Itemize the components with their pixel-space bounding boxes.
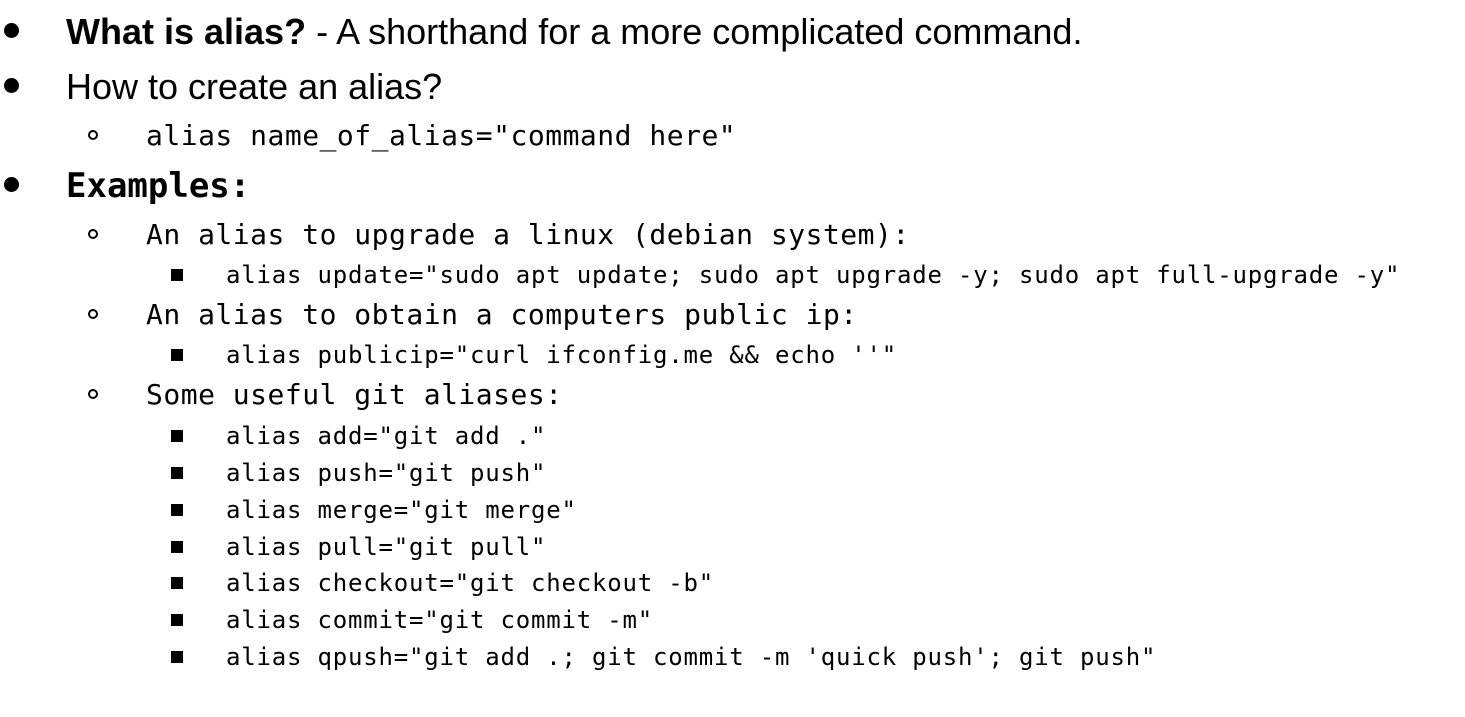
bullet-square-icon [171,430,183,442]
what-is-alias-item: What is alias? - A shorthand for a more … [66,11,1082,53]
bullet-square-icon [171,577,183,589]
bullet-disc-icon [4,177,19,192]
bullet-disc-icon [4,78,19,93]
bullet-circle-icon [88,130,98,140]
example-command: alias commit="git commit -m" [226,606,653,634]
bullet-circle-icon [88,229,98,239]
example-command: alias add="git add ." [226,422,547,450]
what-is-alias-definition: - A shorthand for a more complicated com… [306,11,1083,52]
example-command: alias update="sudo apt update; sudo apt … [226,261,1401,289]
what-is-alias-term: What is alias? [66,11,307,52]
bullet-disc-icon [4,23,19,38]
example-description: Some useful git aliases: [146,378,563,411]
example-command: alias publicip="curl ifconfig.me && echo… [226,341,897,369]
example-description: An alias to obtain a computers public ip… [146,298,858,331]
bullet-circle-icon [88,309,98,319]
examples-heading: Examples: [66,166,251,206]
bullet-circle-icon [88,389,98,399]
bullet-square-icon [171,504,183,516]
bullet-square-icon [171,467,183,479]
example-command: alias checkout="git checkout -b" [226,569,714,597]
bullet-square-icon [171,269,183,281]
alias-syntax: alias name_of_alias="command here" [146,119,737,152]
example-description: An alias to upgrade a linux (debian syst… [146,218,910,251]
example-command: alias pull="git pull" [226,533,547,561]
bullet-square-icon [171,541,183,553]
example-command: alias merge="git merge" [226,496,577,524]
bullet-square-icon [171,349,183,361]
example-command: alias push="git push" [226,459,547,487]
bullet-square-icon [171,614,183,626]
example-command: alias qpush="git add .; git commit -m 'q… [226,643,1157,671]
bullet-square-icon [171,651,183,663]
how-to-create-question: How to create an alias? [66,66,443,107]
